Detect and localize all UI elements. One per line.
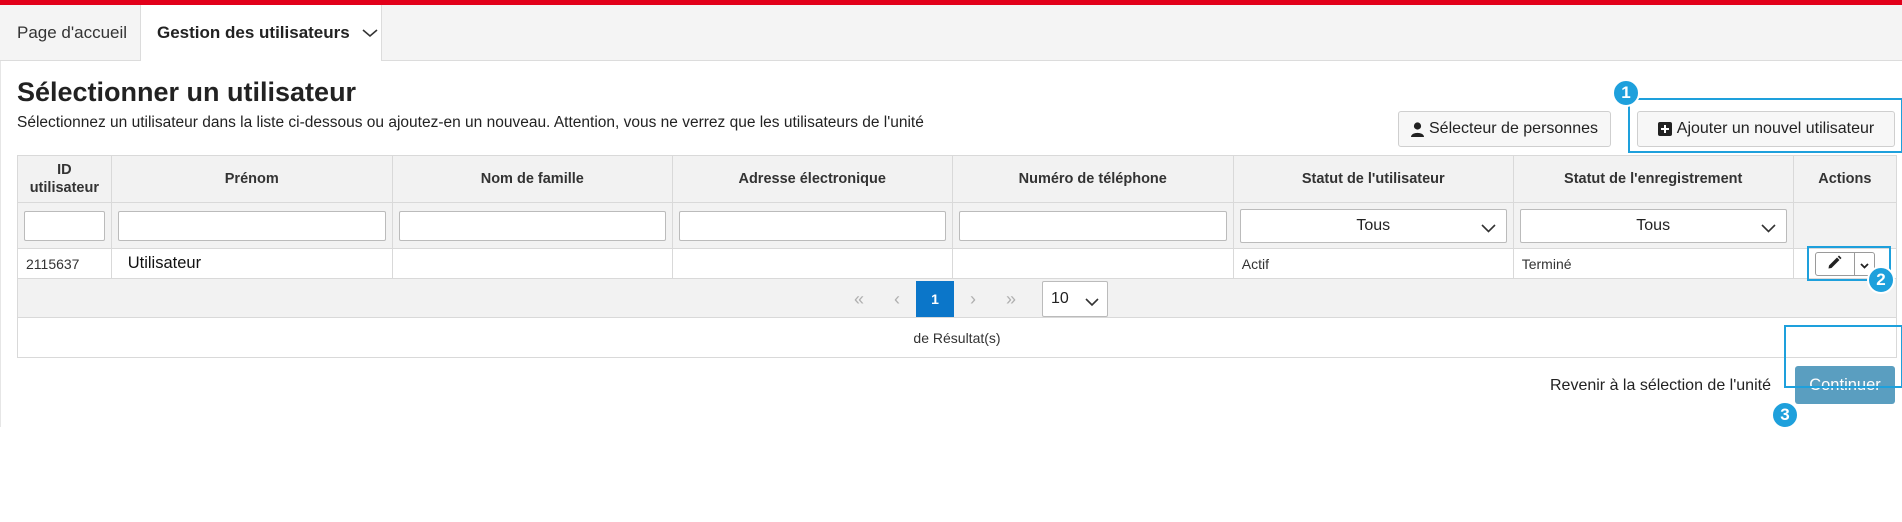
column-header-email[interactable]: Adresse électronique (671, 155, 953, 203)
phone-filter-input[interactable] (958, 210, 1227, 241)
callout-badge-3: 3 (1771, 401, 1799, 429)
filter-cell-registration-status: Tous (1512, 202, 1794, 249)
email-filter-input[interactable] (678, 210, 946, 241)
person-selector-button[interactable]: Sélecteur de personnes (1398, 111, 1611, 147)
filter-cell-last-name (391, 202, 673, 249)
user-status-filter-select[interactable]: Tous (1239, 208, 1507, 243)
filter-cell-first-name (110, 202, 393, 249)
cell-email (671, 248, 953, 279)
cell-last-name (391, 248, 673, 279)
chevron-down-icon (1085, 294, 1099, 312)
registration-status-filter-value: Tous (1636, 216, 1671, 234)
row-actions-group (1814, 251, 1875, 276)
plus-square-icon (1657, 122, 1672, 136)
column-header-actions: Actions (1792, 155, 1898, 203)
filter-cell-id (17, 202, 112, 249)
page-subtitle: Sélectionnez un utilisateur dans la list… (17, 114, 924, 131)
filter-cell-user-status: Tous (1232, 202, 1514, 249)
top-navigation: Page d'accueil Gestion des utilisateurs (0, 5, 1902, 61)
table-header-row: ID utilisateur Prénom Nom de famille Adr… (17, 155, 1898, 203)
person-selector-label: Sélecteur de personnes (1429, 120, 1598, 137)
user-status-filter-value: Tous (1356, 216, 1391, 234)
add-user-label: Ajouter un nouvel utilisateur (1676, 120, 1875, 137)
callout-badge-1: 1 (1612, 79, 1640, 107)
nav-tab-home[interactable]: Page d'accueil (0, 5, 140, 60)
column-header-last-name[interactable]: Nom de famille (391, 155, 673, 203)
caret-down-icon (1860, 256, 1869, 272)
user-icon (1411, 121, 1424, 137)
column-header-phone[interactable]: Numéro de téléphone (951, 155, 1234, 203)
page-title: Sélectionner un utilisateur (17, 77, 357, 107)
continue-button[interactable]: Continuer (1795, 366, 1895, 404)
main-content: Sélectionner un utilisateur Sélectionnez… (0, 61, 1902, 429)
table-row[interactable]: 2115637 Utilisateur Actif Terminé (17, 248, 1898, 279)
column-header-id[interactable]: ID utilisateur (17, 155, 112, 203)
edit-button[interactable] (1816, 252, 1855, 275)
back-to-unit-selection-link[interactable]: Revenir à la sélection de l'unité (1550, 377, 1771, 395)
column-header-user-status[interactable]: Statut de l'utilisateur (1232, 155, 1514, 203)
add-user-button[interactable]: Ajouter un nouvel utilisateur (1637, 111, 1895, 147)
pagination: « ‹ 1 › » 10 (840, 281, 1108, 317)
page-size-value: 10 (1051, 290, 1069, 307)
next-page-button[interactable]: › (954, 281, 992, 317)
result-count-text: de Résultat(s) (17, 317, 1897, 358)
last-name-filter-input[interactable] (398, 210, 666, 241)
nav-tab-user-management[interactable]: Gestion des utilisateurs (140, 5, 382, 61)
cell-id: 2115637 (17, 248, 112, 279)
first-page-button[interactable]: « (840, 281, 878, 317)
first-name-filter-input[interactable] (117, 210, 386, 241)
chevron-down-icon (1761, 220, 1776, 238)
previous-page-button[interactable]: ‹ (878, 281, 916, 317)
page-size-select[interactable]: 10 (1042, 281, 1108, 317)
pencil-icon (1827, 255, 1842, 273)
column-header-first-name[interactable]: Prénom (110, 155, 393, 203)
cell-first-name: Utilisateur (110, 248, 393, 279)
result-row: de Résultat(s) (17, 317, 1897, 358)
pagination-row: « ‹ 1 › » 10 (17, 278, 1897, 318)
chevron-down-icon (1481, 220, 1496, 238)
filter-cell-email (671, 202, 953, 249)
cell-user-status: Actif (1232, 248, 1514, 279)
filter-cell-phone (951, 202, 1234, 249)
chevron-down-icon (362, 23, 378, 43)
registration-status-filter-select[interactable]: Tous (1519, 208, 1787, 243)
callout-badge-2: 2 (1867, 266, 1895, 294)
users-table: ID utilisateur Prénom Nom de famille Adr… (17, 155, 1898, 358)
id-filter-input[interactable] (24, 210, 105, 241)
filter-row: Tous Tous (17, 202, 1898, 249)
filter-cell-actions (1792, 202, 1898, 249)
cell-registration-status: Terminé (1512, 248, 1794, 279)
nav-tab-user-management-label: Gestion des utilisateurs (157, 23, 350, 42)
last-page-button[interactable]: » (992, 281, 1030, 317)
nav-tab-home-label: Page d'accueil (17, 22, 128, 42)
column-header-registration-status[interactable]: Statut de l'enregistrement (1512, 155, 1794, 203)
page-number-button[interactable]: 1 (916, 281, 954, 317)
pagination-cell: « ‹ 1 › » 10 (17, 278, 1897, 318)
cell-phone (951, 248, 1234, 279)
